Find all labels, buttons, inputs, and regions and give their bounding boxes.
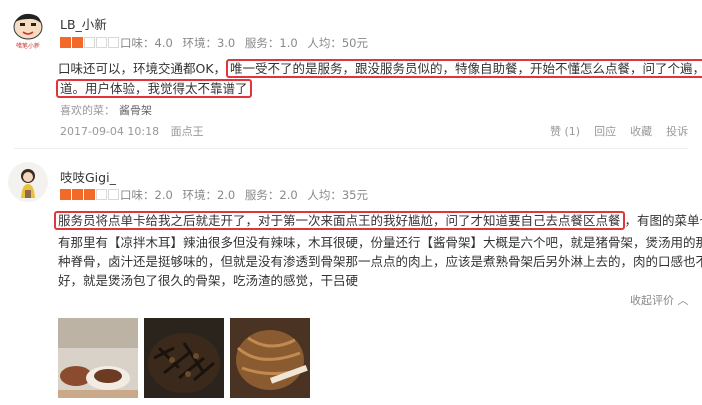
liked-dishes: 喜欢的菜： 酱骨架	[60, 102, 152, 118]
reviewer-name[interactable]: LB_小新	[60, 14, 107, 33]
reply-button[interactable]: 回应	[594, 123, 616, 139]
review-divider	[14, 148, 688, 149]
review-text-line: 口味还可以，环境交通都OK， 唯一受不了的是服务，跟没服务员似的，特像自助餐，开始…	[58, 58, 702, 78]
star-icon	[60, 37, 71, 48]
dish-link[interactable]: 酱骨架	[119, 104, 152, 117]
dish-photo-icon	[144, 318, 224, 398]
rating-stars	[60, 37, 119, 48]
like-button[interactable]: 赞 (1)	[550, 123, 580, 139]
avatar-caption: 蜡笔小新	[16, 42, 40, 50]
collapse-review-button[interactable]: 收起评价 ︿	[630, 292, 689, 308]
report-button[interactable]: 投诉	[666, 123, 688, 139]
girl-avatar-icon	[8, 162, 48, 202]
review-photo[interactable]	[58, 318, 138, 398]
review-photo[interactable]	[230, 318, 310, 398]
star-icon	[96, 37, 107, 48]
review-text-line: 好，就是煲汤包了很久的骨架，吃汤渣的感觉，干吕硬	[58, 273, 359, 288]
star-icon	[96, 189, 107, 200]
taste-score: 口味：2.0	[120, 188, 173, 202]
shop-name[interactable]: 面点王	[171, 125, 204, 138]
taste-score: 口味：4.0	[120, 36, 173, 50]
highlighted-review-text: 服务员将点单卡给我之后就走开了，对于第一次来面点王的我好尴尬，问了才知道要自己去…	[54, 211, 625, 230]
reviewer-name[interactable]: 吱吱Gigi_	[60, 167, 116, 186]
review-text-line: 道。用户体验，我觉得太不靠谱了	[56, 78, 252, 98]
service-score: 服务：1.0	[244, 36, 298, 50]
dish-photo-icon	[58, 318, 138, 398]
score-row: 口味：4.0 环境：3.0 服务：1.0 人均：50元	[120, 35, 374, 51]
avatar[interactable]	[8, 162, 48, 202]
liked-dishes-label: 喜欢的菜：	[60, 104, 115, 117]
review-timestamp: 2017-09-04 10:18	[60, 125, 160, 138]
review-text-line: 有那里有【凉拌木耳】辣油很多但没有辣味，木耳很硬，份量还行【酱骨架】大概是六个吧…	[58, 235, 702, 250]
review-text-line: 服务员将点单卡给我之后就走开了，对于第一次来面点王的我好尴尬，问了才知道要自己去…	[54, 210, 702, 230]
service-score: 服务：2.0	[244, 188, 298, 202]
star-icon	[72, 189, 83, 200]
score-row: 口味：2.0 环境：2.0 服务：2.0 人均：35元	[120, 187, 374, 203]
star-icon	[84, 189, 95, 200]
star-icon	[84, 37, 95, 48]
review-text-plain: 口味还可以，环境交通都OK，	[58, 61, 227, 76]
star-icon	[60, 189, 71, 200]
highlighted-review-text: 道。用户体验，我觉得太不靠谱了	[56, 79, 252, 98]
rating-stars	[60, 189, 119, 200]
review-meta: 2017-09-04 10:18 面点王	[60, 123, 204, 139]
review-text-line: 种脊骨，卤汁还是挺够味的，但就是没有渗透到骨架那一点点的肉上，应该是煮熟骨架后另…	[58, 254, 702, 269]
star-icon	[72, 37, 83, 48]
avatar[interactable]: 蜡笔小新	[8, 10, 48, 50]
star-icon	[108, 37, 119, 48]
review-text-plain: ，有图的菜单也只	[624, 213, 702, 228]
dish-photo-icon	[230, 318, 310, 398]
star-icon	[108, 189, 119, 200]
crayon-shinchan-avatar-icon: 蜡笔小新	[8, 10, 48, 50]
environment-score: 环境：2.0	[182, 188, 236, 202]
per-capita-score: 人均：35元	[307, 188, 368, 202]
environment-score: 环境：3.0	[182, 36, 236, 50]
review-photo[interactable]	[144, 318, 224, 398]
review-actions: 赞 (1) 回应 收藏 投诉	[550, 123, 688, 139]
per-capita-score: 人均：50元	[307, 36, 368, 50]
highlighted-review-text: 唯一受不了的是服务，跟没服务员似的，特像自助餐，开始不懂怎么点餐，问了个遍，才知	[226, 59, 702, 78]
favorite-button[interactable]: 收藏	[630, 123, 652, 139]
